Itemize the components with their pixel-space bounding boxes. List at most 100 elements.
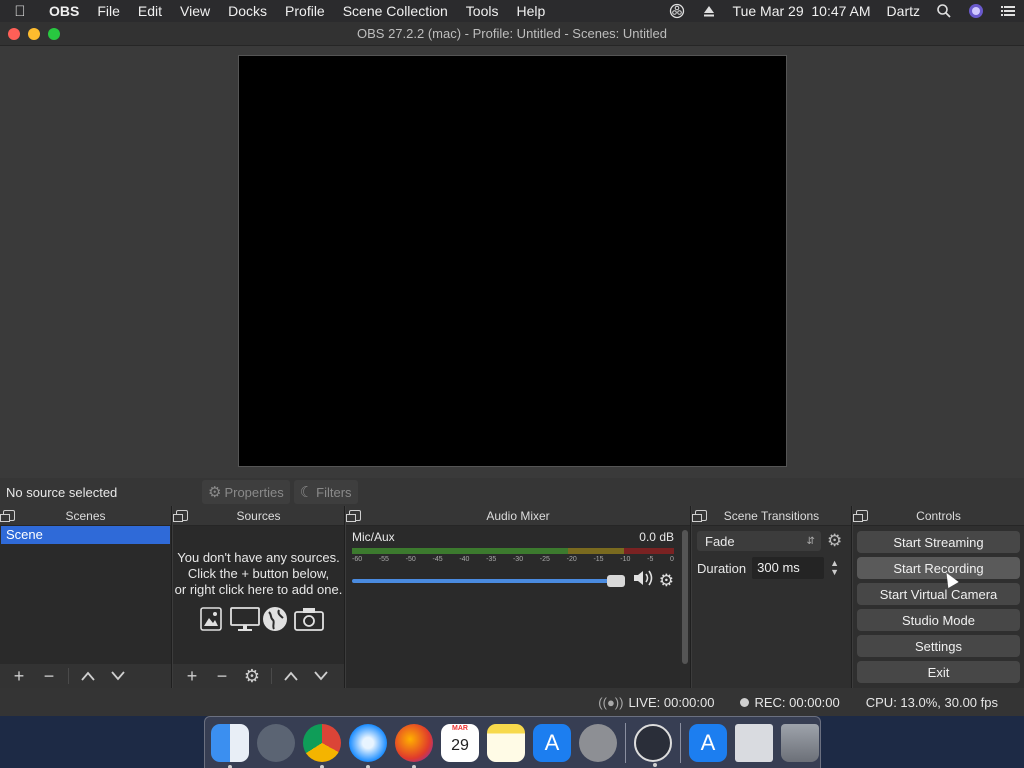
source-properties-button[interactable]: ⚙ [237, 664, 267, 688]
menu-scene-collection[interactable]: Scene Collection [334, 3, 457, 19]
trash-icon[interactable] [781, 723, 819, 762]
move-source-up-button[interactable] [276, 664, 306, 688]
settings-button[interactable]: Settings [857, 635, 1020, 657]
remove-scene-button[interactable]: − [34, 664, 64, 688]
add-scene-button[interactable]: + [4, 664, 34, 688]
live-status: ((●)) LIVE: 00:00:00 [598, 695, 714, 710]
start-recording-button[interactable]: Start Recording [857, 557, 1020, 579]
duration-input[interactable]: 300 ms [752, 557, 825, 579]
meter-tick-label: -20 [566, 556, 577, 563]
meter-tick-label: -25 [539, 556, 550, 563]
scene-transitions-dock-title: Scene Transitions [723, 509, 820, 523]
volume-slider-handle[interactable] [606, 574, 625, 587]
menu-docks[interactable]: Docks [219, 3, 276, 19]
finder-icon[interactable] [211, 723, 249, 768]
notification-center-icon[interactable] [1000, 3, 1016, 19]
channel-name: Mic/Aux [352, 530, 395, 544]
dock-divider [625, 722, 626, 763]
obs-icon[interactable] [634, 723, 672, 767]
obs-status-icon[interactable] [669, 3, 685, 19]
firefox-icon[interactable] [395, 723, 433, 768]
app-store-icon[interactable]: A [533, 723, 571, 762]
minimize-window-button[interactable] [28, 28, 40, 40]
scene-transitions-dock: Scene Transitions Fade ⇵ ⚙ Duration 300 … [692, 506, 852, 688]
documents-icon[interactable] [735, 723, 773, 762]
menu-edit[interactable]: Edit [129, 3, 171, 19]
studio-mode-button[interactable]: Studio Mode [857, 609, 1020, 631]
chevron-down-icon[interactable]: ▼ [830, 568, 839, 577]
audio-mixer-dock-title: Audio Mixer [486, 509, 550, 523]
properties-button[interactable]: ⚙ Properties [202, 480, 290, 504]
exit-button[interactable]: Exit [857, 661, 1020, 683]
preview-canvas[interactable] [238, 55, 787, 467]
cpu-fps: CPU: 13.0%, 30.00 fps [865, 694, 998, 710]
speaker-icon[interactable] [633, 569, 655, 592]
menu-profile[interactable]: Profile [276, 3, 334, 19]
docks-area: Scenes Scene + − Sources You don't have … [0, 506, 1024, 688]
system-preferences-icon[interactable] [579, 723, 617, 762]
sources-dock-title: Sources [236, 509, 281, 523]
camera-icon [293, 606, 324, 632]
undock-icon[interactable] [0, 510, 15, 522]
menu-file[interactable]: File [88, 3, 129, 19]
audio-mixer-body: Mic/Aux 0.0 dB -60 -55 -50 -45 -40 -35 -30 -25-… [346, 526, 680, 688]
undock-icon[interactable] [853, 510, 868, 522]
undock-icon[interactable] [692, 510, 707, 522]
scene-item[interactable]: Scene [1, 526, 170, 544]
close-window-button[interactable] [8, 28, 20, 40]
mixer-scrollbar[interactable] [682, 530, 688, 664]
menu-help[interactable]: Help [507, 3, 554, 19]
move-scene-up-button[interactable] [73, 664, 103, 688]
safari-icon[interactable] [349, 723, 387, 768]
scenes-dock-header[interactable]: Scenes [0, 506, 171, 526]
undock-icon[interactable] [173, 510, 188, 522]
sources-dock-header[interactable]: Sources [173, 506, 344, 526]
menu-view[interactable]: View [171, 3, 219, 19]
chrome-icon[interactable] [303, 723, 341, 768]
menu-tools[interactable]: Tools [457, 3, 508, 19]
audio-mixer-dock-header[interactable]: Audio Mixer [346, 506, 690, 526]
filters-button[interactable]: ☾ Filters [293, 480, 358, 504]
maximize-window-button[interactable] [48, 28, 60, 40]
move-source-down-button[interactable] [306, 664, 336, 688]
siri-icon[interactable] [968, 3, 984, 19]
divider [68, 668, 69, 684]
running-indicator [653, 762, 657, 767]
remove-source-button[interactable]: − [207, 664, 237, 688]
source-toolbar: No source selected ⚙ Properties ☾ Filter… [0, 478, 1024, 506]
channel-level: 0.0 dB [639, 530, 674, 544]
sources-list[interactable]: You don't have any sources. Click the + … [173, 526, 344, 664]
controls-dock-header[interactable]: Controls [853, 506, 1024, 526]
calendar-icon[interactable]: MAR 29 [441, 723, 479, 762]
app-store-downloads-icon[interactable]: A [689, 723, 727, 762]
globe-icon [262, 606, 288, 632]
launchpad-icon[interactable] [257, 723, 295, 762]
window-titlebar[interactable]: OBS 27.2.2 (mac) - Profile: Untitled - S… [0, 22, 1024, 46]
eject-icon[interactable] [701, 3, 717, 19]
scenes-list[interactable]: Scene [0, 526, 171, 664]
apple-menu-icon[interactable]:  [0, 3, 40, 20]
gear-icon: ⚙ [208, 484, 222, 501]
duration-stepper[interactable]: ▲ ▼ [830, 559, 839, 577]
notes-icon[interactable] [487, 723, 525, 762]
running-indicator [412, 764, 416, 768]
volume-slider[interactable] [352, 574, 625, 587]
scene-transitions-dock-header[interactable]: Scene Transitions [692, 506, 851, 526]
undock-icon[interactable] [346, 510, 361, 522]
menu-app-name[interactable]: OBS [40, 3, 88, 19]
gear-icon[interactable]: ⚙ [659, 571, 674, 591]
start-streaming-button[interactable]: Start Streaming [857, 531, 1020, 553]
user-name[interactable]: Dartz [887, 3, 920, 19]
transition-select[interactable]: Fade ⇵ [697, 531, 821, 551]
start-virtual-camera-button[interactable]: Start Virtual Camera [857, 583, 1020, 605]
clock[interactable]: Tue Mar 29 10:47 AM [733, 3, 871, 19]
source-type-icons [173, 606, 344, 632]
meter-ticks: -60 -55 -50 -45 -40 -35 -30 -25 -20 -15 -10 -5 0 [352, 556, 674, 563]
scene-transitions-body: Fade ⇵ ⚙ Duration 300 ms ▲ ▼ [692, 526, 851, 688]
add-source-button[interactable]: + [177, 664, 207, 688]
spotlight-search-icon[interactable] [936, 3, 952, 19]
source-status-text: No source selected [6, 484, 118, 500]
gear-icon[interactable]: ⚙ [827, 531, 842, 551]
empty-sources-line-3: or right click here to add one. [174, 582, 343, 597]
move-scene-down-button[interactable] [103, 664, 133, 688]
